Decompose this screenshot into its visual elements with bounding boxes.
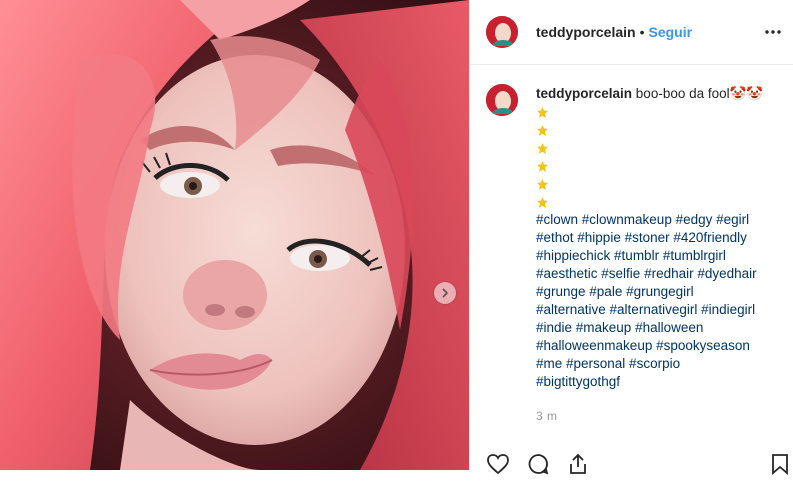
comment-button[interactable] (526, 452, 550, 476)
separator-dot: • (639, 24, 645, 40)
emoji-line (536, 139, 786, 157)
hashtag-line[interactable]: #clown #clownmakeup #edgy #egirl (536, 211, 786, 229)
hashtag-line[interactable]: #ethot #hippie #stoner #420friendly (536, 229, 786, 247)
crown-emoji-icon (537, 160, 548, 172)
hashtag-list: #clown #clownmakeup #edgy #egirl #ethot #… (536, 211, 786, 391)
share-button[interactable] (566, 452, 590, 476)
avatar-image (486, 84, 518, 116)
next-image-button[interactable] (434, 282, 456, 304)
crown-emoji-icon (537, 196, 548, 208)
caption-avatar[interactable] (486, 84, 518, 116)
post-image (0, 0, 469, 470)
avatar-image (486, 16, 518, 48)
hashtag-line[interactable]: #grunge #pale #grungegirl (536, 283, 786, 301)
hashtag-line[interactable]: #halloweenmakeup #spookyseason (536, 337, 786, 355)
caption-body: teddyporcelain boo-boo da fool🤡🤡 #clown … (536, 85, 786, 425)
more-options-icon (765, 30, 781, 34)
crown-emoji-icon (537, 142, 548, 154)
crown-emoji-icon (537, 106, 548, 118)
hashtag-line[interactable]: #alternative #alternativegirl #indiegirl (536, 301, 786, 319)
heart-icon (487, 454, 509, 475)
crown-emoji-icon (537, 124, 548, 136)
hashtag-line[interactable]: #bigtittygothgf (536, 373, 786, 391)
selfie-photo (0, 0, 469, 470)
more-options-button[interactable] (761, 20, 785, 44)
hashtag-line[interactable]: #hippiechick #tumblr #tumblrgirl (536, 247, 786, 265)
post-header: teddyporcelain • Seguir (470, 0, 793, 65)
save-button[interactable] (768, 452, 792, 476)
emoji-line (536, 157, 786, 175)
emoji-line (536, 103, 786, 121)
caption-username[interactable]: teddyporcelain (536, 86, 632, 101)
hashtag-line[interactable]: #indie #makeup #halloween (536, 319, 786, 337)
chevron-right-icon (442, 288, 449, 298)
comment-icon (528, 454, 549, 475)
emoji-line (536, 121, 786, 139)
emoji-line (536, 193, 786, 211)
post-side-panel: teddyporcelain • Seguir teddyporcelain b… (469, 0, 793, 475)
follow-button[interactable]: Seguir (649, 24, 693, 40)
emoji-line (536, 175, 786, 193)
header-username[interactable]: teddyporcelain (536, 24, 636, 40)
caption-text: boo-boo da fool🤡🤡 (635, 86, 764, 101)
like-button[interactable] (486, 452, 510, 476)
hashtag-line[interactable]: #aesthetic #selfie #redhair #dyedhair (536, 265, 786, 283)
action-bar (486, 452, 788, 475)
post-time[interactable]: 3 m (536, 407, 786, 425)
bookmark-icon (772, 454, 788, 475)
share-icon (570, 453, 586, 474)
avatar[interactable] (486, 16, 518, 48)
crown-emoji-icon (537, 178, 548, 190)
hashtag-line[interactable]: #me #personal #scorpio (536, 355, 786, 373)
emoji-lines (536, 103, 786, 211)
